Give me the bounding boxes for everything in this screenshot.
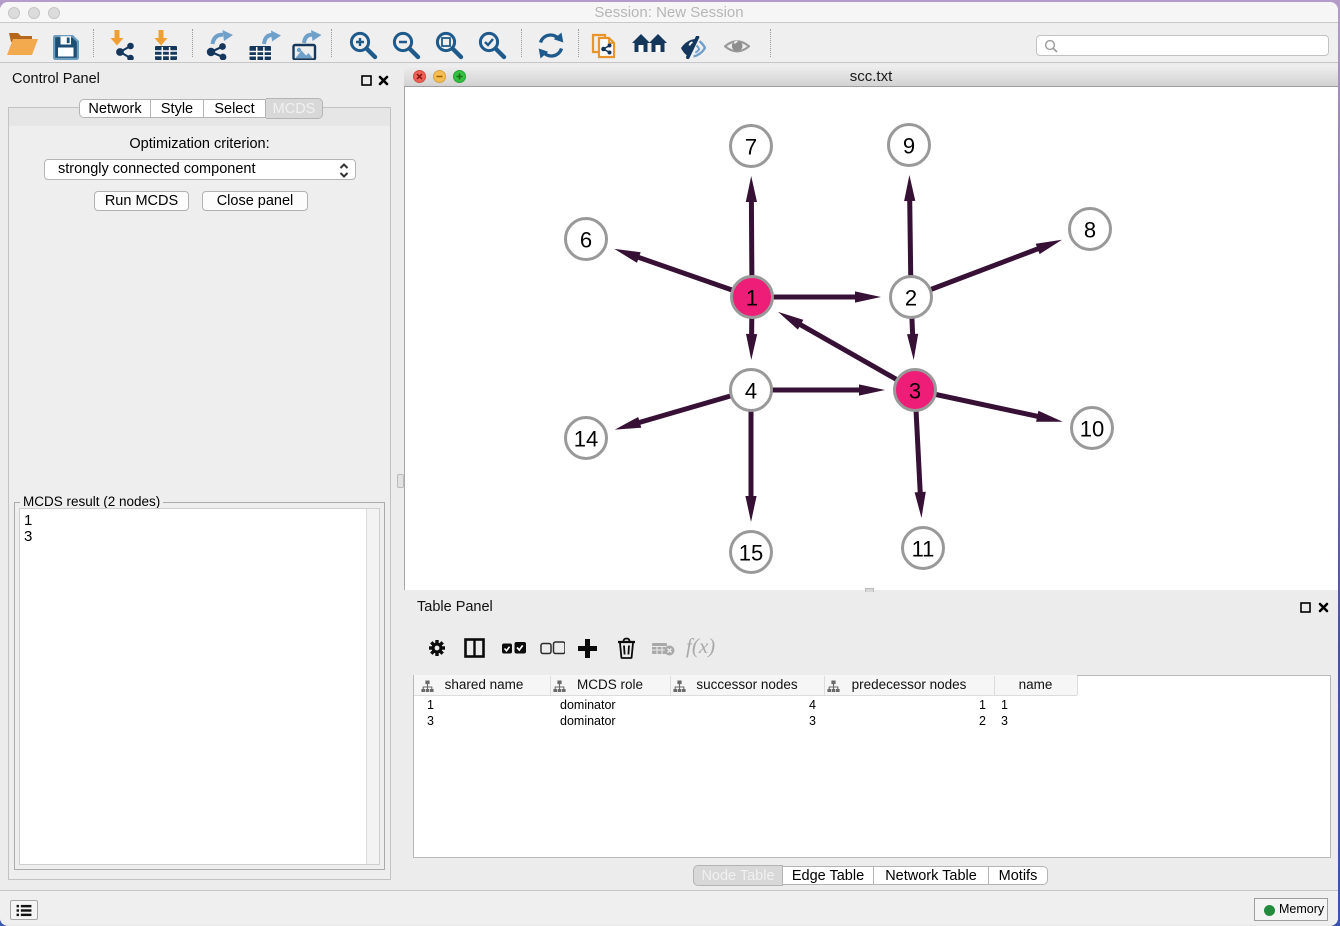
svg-text:1: 1 [746, 285, 758, 310]
svg-text:4: 4 [745, 378, 757, 403]
svg-text:8: 8 [1084, 217, 1096, 242]
svg-text:9: 9 [903, 133, 915, 158]
svg-text:15: 15 [739, 540, 763, 565]
svg-text:10: 10 [1080, 416, 1104, 441]
svg-text:7: 7 [745, 134, 757, 159]
svg-text:6: 6 [580, 227, 592, 252]
svg-text:3: 3 [909, 378, 921, 403]
svg-text:11: 11 [912, 536, 935, 561]
svg-text:14: 14 [574, 426, 598, 451]
svg-text:2: 2 [905, 285, 917, 310]
